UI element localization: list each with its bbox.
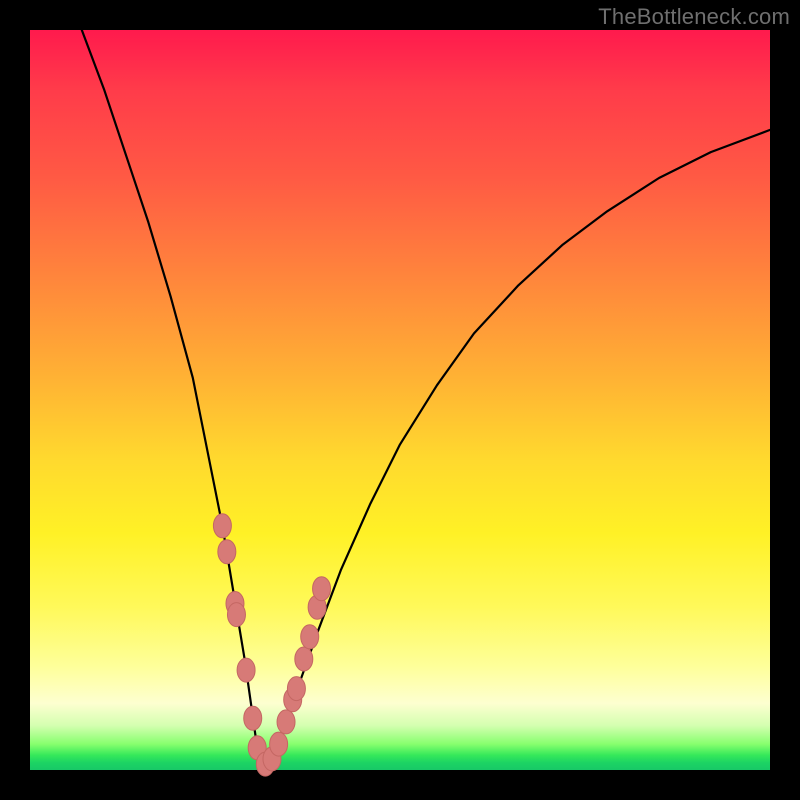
highlight-marker	[237, 658, 255, 682]
highlight-marker	[218, 540, 236, 564]
highlight-marker	[301, 625, 319, 649]
highlight-marker	[277, 710, 295, 734]
highlight-marker	[244, 706, 262, 730]
watermark-text: TheBottleneck.com	[598, 4, 790, 30]
plot-area	[30, 30, 770, 770]
bottleneck-curve	[82, 30, 770, 766]
bottleneck-curve-svg	[30, 30, 770, 770]
highlight-marker	[227, 603, 245, 627]
highlight-marker	[313, 577, 331, 601]
highlight-marker	[295, 647, 313, 671]
highlight-marker	[287, 677, 305, 701]
highlight-marker	[270, 732, 288, 756]
highlight-marker	[213, 514, 231, 538]
highlighted-points-group	[213, 514, 330, 776]
chart-frame: TheBottleneck.com	[0, 0, 800, 800]
